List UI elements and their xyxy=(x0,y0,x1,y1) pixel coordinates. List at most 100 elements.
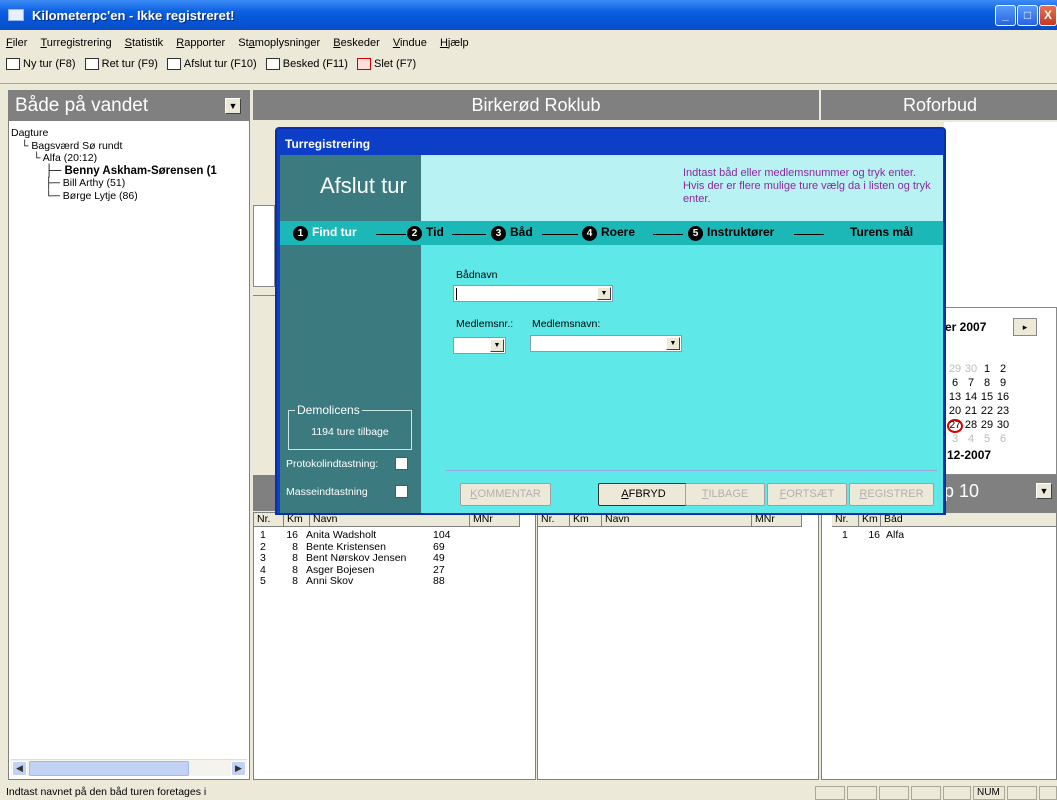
menu-rapporter[interactable]: Rapporter xyxy=(172,37,229,49)
tree-root[interactable]: Dagture xyxy=(11,127,217,140)
register-button[interactable]: REGISTRER xyxy=(849,483,934,506)
member-number-combo[interactable]: ▼ xyxy=(453,337,506,354)
continue-button[interactable]: FORTSÆT xyxy=(767,483,847,506)
step-boat: 3 Båd xyxy=(491,225,533,241)
calendar-week: 6789 xyxy=(951,377,1007,389)
tree-trip[interactable]: └ Bagsværd Sø rundt xyxy=(11,140,217,153)
menu-turregistrering[interactable]: Turregistrering xyxy=(36,37,115,49)
top10-dropdown-button[interactable]: ▼ xyxy=(1036,483,1052,499)
menu-filer[interactable]: Filer xyxy=(2,37,31,49)
step-instructors: 5 Instruktører xyxy=(688,225,774,241)
column-header[interactable]: Km xyxy=(570,513,602,527)
calendar-today[interactable]: 27 xyxy=(947,419,963,433)
column-header[interactable]: Km xyxy=(859,513,881,527)
minimize-button[interactable]: _ xyxy=(995,5,1016,26)
chevron-down-icon[interactable]: ▼ xyxy=(597,287,611,300)
close-button[interactable]: X xyxy=(1039,5,1057,26)
menu-statistik[interactable]: Statistik xyxy=(121,37,168,49)
dialog-title: Turregistrering xyxy=(285,137,371,151)
next-month-button[interactable]: ▸ xyxy=(1013,318,1037,336)
finish-trip-icon xyxy=(166,58,181,70)
protocol-entry-checkbox[interactable] xyxy=(395,457,408,470)
member-name-combo[interactable]: ▼ xyxy=(530,335,682,352)
column-header[interactable]: Nr. xyxy=(832,513,859,527)
calendar-week: 27 28 29 30 xyxy=(947,419,1011,433)
club-header: Birkerød Roklub xyxy=(253,90,819,120)
step-connector xyxy=(542,234,578,235)
status-cell xyxy=(1007,786,1037,800)
restore-button[interactable]: □ xyxy=(1017,5,1038,26)
menu-stamoplysninger[interactable]: Stamoplysninger xyxy=(234,37,324,49)
boat-name-label: Bådnavn xyxy=(456,269,498,281)
status-cell xyxy=(943,786,971,800)
today-label[interactable]: 12-2007 xyxy=(947,448,991,462)
table-row[interactable]: 1 16 Alfa xyxy=(842,529,904,542)
scroll-thumb[interactable] xyxy=(29,761,189,776)
protocol-entry-row: Protokolindtastning: xyxy=(286,458,379,470)
member-name-label: Medlemsnavn: xyxy=(532,318,601,330)
status-cell xyxy=(1039,786,1057,800)
menu-bar: Filer Turregistrering Statistik Rapporte… xyxy=(0,37,1057,55)
column-header[interactable]: MNr xyxy=(470,513,520,527)
column-header[interactable]: Nr. xyxy=(254,513,284,527)
boats-on-water-header: Både på vandet ▼ xyxy=(9,91,249,121)
edit-trip-button[interactable]: Ret tur (F9) xyxy=(84,58,158,70)
column-header[interactable]: Nr. xyxy=(538,513,570,527)
step-rowers: 4 Roere xyxy=(582,225,635,241)
obscured-box xyxy=(253,205,275,287)
new-trip-button[interactable]: Ny tur (F8) xyxy=(6,58,76,70)
title-bar: Kilometerpc'en - Ikke registreret! _ □ X xyxy=(0,0,1057,30)
calendar-week: 20 21 22 23 xyxy=(948,405,1010,417)
finish-trip-button[interactable]: Afslut tur (F10) xyxy=(166,58,257,70)
tree-rower[interactable]: ├─ Benny Askham-Sørensen (1 xyxy=(11,165,217,178)
member-km-list-2[interactable]: Nr. Km Navn MNr xyxy=(537,512,819,780)
roforbud-list[interactable] xyxy=(944,122,1057,307)
boat-km-list[interactable]: Nr. Km Båd 1 16 Alfa xyxy=(821,512,1057,780)
tree-rower[interactable]: └─ Børge Lytje (86) xyxy=(11,190,217,203)
calendar[interactable]: er 2007 ▸ 29 30 1 2 6789 13 14 15 16 20 21 22 23 … xyxy=(944,307,1057,475)
chevron-down-icon[interactable]: ▼ xyxy=(490,339,504,352)
calendar-week: 13 14 15 16 xyxy=(948,391,1010,403)
boats-dropdown-button[interactable]: ▼ xyxy=(225,98,241,114)
table-row[interactable]: 5 8 Anni Skov 88 xyxy=(260,575,451,588)
cancel-button[interactable]: AFBRYD xyxy=(598,483,689,506)
status-cell xyxy=(911,786,941,800)
horizontal-scrollbar[interactable]: ◀ ▶ xyxy=(11,759,247,776)
column-header[interactable]: Båd xyxy=(881,513,1057,527)
menu-beskeder[interactable]: Beskeder xyxy=(329,37,383,49)
status-cell xyxy=(815,786,845,800)
column-header[interactable]: Km xyxy=(284,513,310,527)
app-icon xyxy=(8,9,24,21)
scroll-right-icon[interactable]: ▶ xyxy=(231,761,246,776)
message-button[interactable]: Besked (F11) xyxy=(265,58,348,70)
menu-hjaelp[interactable]: Hjælp xyxy=(436,37,473,49)
column-header[interactable]: Navn xyxy=(602,513,752,527)
table-row[interactable]: 1 16 Anita Wadsholt 104 xyxy=(260,529,451,542)
chevron-down-icon[interactable]: ▼ xyxy=(666,337,680,350)
column-header[interactable]: Navn xyxy=(310,513,470,527)
tree-rower[interactable]: ├─ Bill Arthy (51) xyxy=(11,177,217,190)
table-row[interactable]: 4 8 Asger Bojesen 27 xyxy=(260,564,451,577)
menu-vindue[interactable]: Vindue xyxy=(389,37,431,49)
step-find-trip: 1 Find tur xyxy=(293,225,357,241)
scroll-left-icon[interactable]: ◀ xyxy=(12,761,27,776)
boat-name-combo[interactable]: ▼ xyxy=(453,285,613,302)
demo-license-box: Demolicens 1194 ture tilbage xyxy=(288,403,412,450)
back-button[interactable]: TILBAGE xyxy=(685,483,765,506)
toolbar: Ny tur (F8) Ret tur (F9) Afslut tur (F10… xyxy=(0,58,1057,80)
mass-entry-checkbox[interactable] xyxy=(395,485,408,498)
top10-header: p 10 ▼ xyxy=(944,475,1057,512)
member-km-list[interactable]: Nr. Km Navn MNr 1 16 Anita Wadsholt 104 28B… xyxy=(253,512,536,780)
window-title: Kilometerpc'en - Ikke registreret! xyxy=(32,8,235,23)
step-connector xyxy=(653,234,683,235)
table-row[interactable]: 3 8 Bent Nørskov Jensen 49 xyxy=(260,552,451,565)
wizard-steps: 1 Find tur 2 Tid 3 Båd 4 Roere 5 Instruktører… xyxy=(280,221,943,245)
comment-button[interactable]: KOMMENTAR xyxy=(460,483,551,506)
column-header[interactable]: MNr xyxy=(752,513,802,527)
tree-boat[interactable]: └ Alfa (20:12) xyxy=(11,152,217,165)
delete-button[interactable]: Slet (F7) xyxy=(357,58,416,70)
list-rows: 1 16 Anita Wadsholt 104 2 8 Bente Kristensen 6… xyxy=(260,529,451,588)
member-number-label: Medlemsnr.: xyxy=(456,318,514,330)
calendar-week: 29 30 1 2 xyxy=(948,363,1007,375)
trip-tree[interactable]: Dagture └ Bagsværd Sø rundt └ Alfa (20:1… xyxy=(11,127,217,202)
